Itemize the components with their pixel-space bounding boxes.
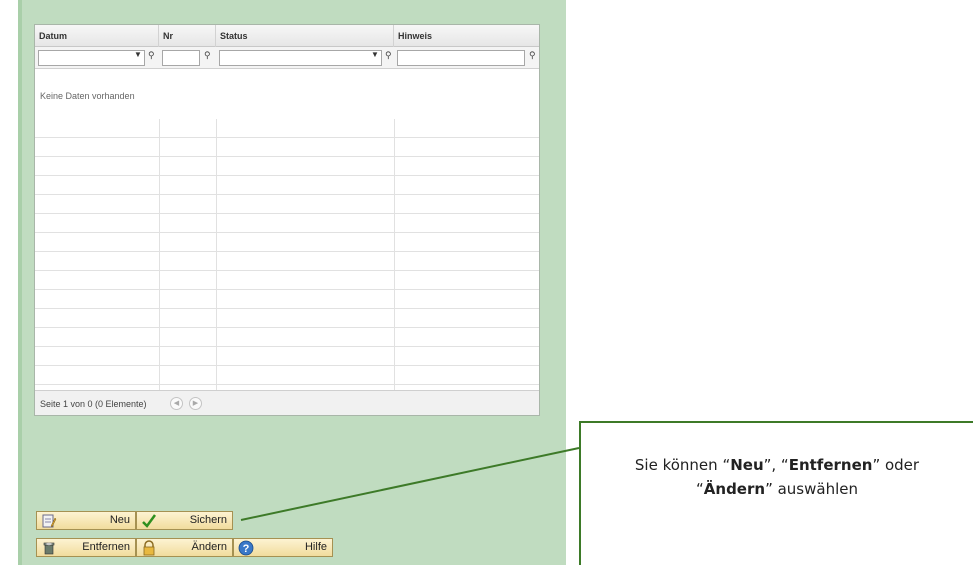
filter-icon[interactable]: ⚲ (204, 50, 211, 61)
column-header-hinweis[interactable]: Hinweis (394, 25, 539, 47)
table-row (35, 157, 539, 176)
column-divider (159, 119, 160, 390)
aendern-button[interactable]: Ändern (136, 538, 233, 557)
sichern-button[interactable]: Sichern (136, 511, 233, 530)
callout-text: Sie können “Neu”, “Entfernen” oder “Ände… (597, 453, 957, 501)
svg-text:?: ? (243, 543, 250, 555)
column-header-label: Hinweis (398, 31, 433, 41)
table-row (35, 195, 539, 214)
empty-rows (35, 119, 539, 390)
entfernen-button[interactable]: Entfernen (36, 538, 136, 557)
column-header-nr[interactable]: Nr (159, 25, 216, 47)
table-row (35, 366, 539, 385)
callout-keyword-neu: Neu (730, 456, 764, 474)
help-icon: ? (238, 540, 254, 556)
table-row (35, 119, 539, 138)
callout-keyword-aendern: Ändern (703, 480, 766, 498)
hilfe-button[interactable]: ? Hilfe (233, 538, 333, 557)
table-row (35, 347, 539, 366)
left-margin (0, 0, 18, 565)
callout-text-part: ” auswählen (765, 480, 858, 498)
grid-header: Datum Nr Status Hinweis (35, 25, 539, 47)
table-row (35, 214, 539, 233)
callout-text-part: Sie können “ (634, 456, 731, 474)
table-row (35, 328, 539, 347)
filter-icon[interactable]: ⚲ (385, 50, 392, 61)
new-document-icon (42, 514, 57, 528)
filter-icon[interactable]: ⚲ (148, 50, 155, 61)
empty-message: Keine Daten vorhanden (40, 91, 135, 101)
next-page-icon[interactable]: ▶ (189, 397, 202, 410)
callout-box: Sie können “Neu”, “Entfernen” oder “Ände… (579, 421, 973, 565)
table-row (35, 138, 539, 157)
neu-button-label: Neu (109, 514, 130, 526)
lock-icon (143, 540, 155, 556)
column-header-status[interactable]: Status (216, 25, 394, 47)
table-row (35, 176, 539, 195)
sichern-button-label: Sichern (189, 514, 227, 526)
aendern-button-label: Ändern (191, 541, 227, 553)
column-divider (394, 119, 395, 390)
table-row (35, 309, 539, 328)
column-divider (216, 119, 217, 390)
checkmark-icon (142, 514, 157, 528)
filter-icon[interactable]: ⚲ (529, 50, 536, 61)
pager-summary: Seite 1 von 0 (0 Elemente) (40, 399, 147, 409)
filter-hinweis-input[interactable] (397, 50, 525, 66)
chevron-down-icon[interactable]: ▼ (134, 50, 142, 59)
table-row (35, 271, 539, 290)
neu-button[interactable]: Neu (36, 511, 136, 530)
screen: Datum Nr Status Hinweis ▼ ⚲ ⚲ ▼ ⚲ ⚲ Kein… (0, 0, 973, 565)
entfernen-button-label: Entfernen (82, 541, 130, 553)
column-header-label: Nr (163, 31, 174, 41)
callout-text-part: ”, “ (763, 456, 789, 474)
trash-icon (43, 542, 55, 555)
column-header-label: Status (220, 31, 248, 41)
filter-status-input[interactable] (219, 50, 382, 66)
filter-row: ▼ ⚲ ⚲ ▼ ⚲ ⚲ (35, 47, 539, 69)
column-header-label: Datum (39, 31, 68, 41)
filter-datum-input[interactable] (38, 50, 145, 66)
hilfe-button-label: Hilfe (304, 541, 327, 553)
data-grid: Datum Nr Status Hinweis ▼ ⚲ ⚲ ▼ ⚲ ⚲ Kein… (34, 24, 540, 416)
table-row (35, 252, 539, 271)
chevron-down-icon[interactable]: ▼ (371, 50, 379, 59)
previous-page-icon[interactable]: ◀ (170, 397, 183, 410)
callout-keyword-entfernen: Entfernen (788, 456, 873, 474)
filter-nr-input[interactable] (162, 50, 200, 66)
table-row (35, 290, 539, 309)
pager: Seite 1 von 0 (0 Elemente) ◀ ▶ (35, 390, 539, 415)
column-header-datum[interactable]: Datum (35, 25, 159, 47)
table-row (35, 233, 539, 252)
